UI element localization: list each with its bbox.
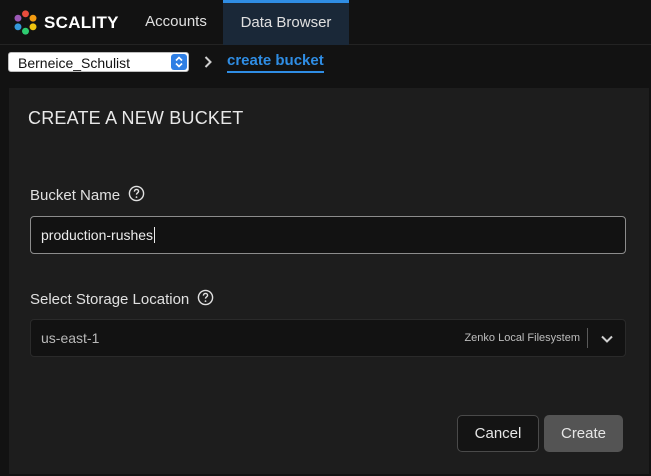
tab-accounts[interactable]: Accounts bbox=[131, 0, 221, 45]
breadcrumb-current[interactable]: create bucket bbox=[227, 52, 324, 73]
help-circle-icon[interactable] bbox=[128, 185, 145, 206]
page-title: CREATE A NEW BUCKET bbox=[28, 108, 244, 128]
help-circle-icon[interactable] bbox=[197, 289, 214, 310]
storage-location-type: Zenko Local Filesystem bbox=[464, 332, 580, 344]
scality-logo-icon bbox=[14, 10, 37, 35]
brand-logo[interactable]: SCALITY bbox=[12, 9, 119, 36]
create-button[interactable]: Create bbox=[544, 415, 623, 452]
bucket-name-label: Bucket Name bbox=[30, 187, 121, 204]
storage-location-select[interactable]: us-east-1 Zenko Local Filesystem bbox=[30, 319, 626, 357]
chevron-down-icon[interactable] bbox=[600, 332, 614, 350]
tab-data-browser[interactable]: Data Browser bbox=[223, 0, 349, 45]
bucket-name-input[interactable]: production-rushes bbox=[30, 216, 626, 254]
cancel-button[interactable]: Cancel bbox=[457, 415, 539, 452]
bucket-name-label-row: Bucket Name bbox=[30, 185, 145, 206]
bucket-name-value: production-rushes bbox=[41, 227, 156, 243]
top-navbar: SCALITY Accounts Data Browser bbox=[0, 0, 651, 45]
brand-name: SCALITY bbox=[44, 12, 119, 32]
storage-location-label-row: Select Storage Location bbox=[30, 289, 214, 310]
storage-location-label: Select Storage Location bbox=[30, 291, 190, 308]
account-select-value: Berneice_Schulist bbox=[18, 55, 131, 71]
storage-location-value: us-east-1 bbox=[41, 330, 100, 346]
select-arrows-icon bbox=[171, 54, 187, 70]
select-divider bbox=[587, 328, 588, 348]
account-select[interactable]: Berneice_Schulist bbox=[8, 52, 189, 72]
chevron-right-icon bbox=[203, 55, 213, 74]
